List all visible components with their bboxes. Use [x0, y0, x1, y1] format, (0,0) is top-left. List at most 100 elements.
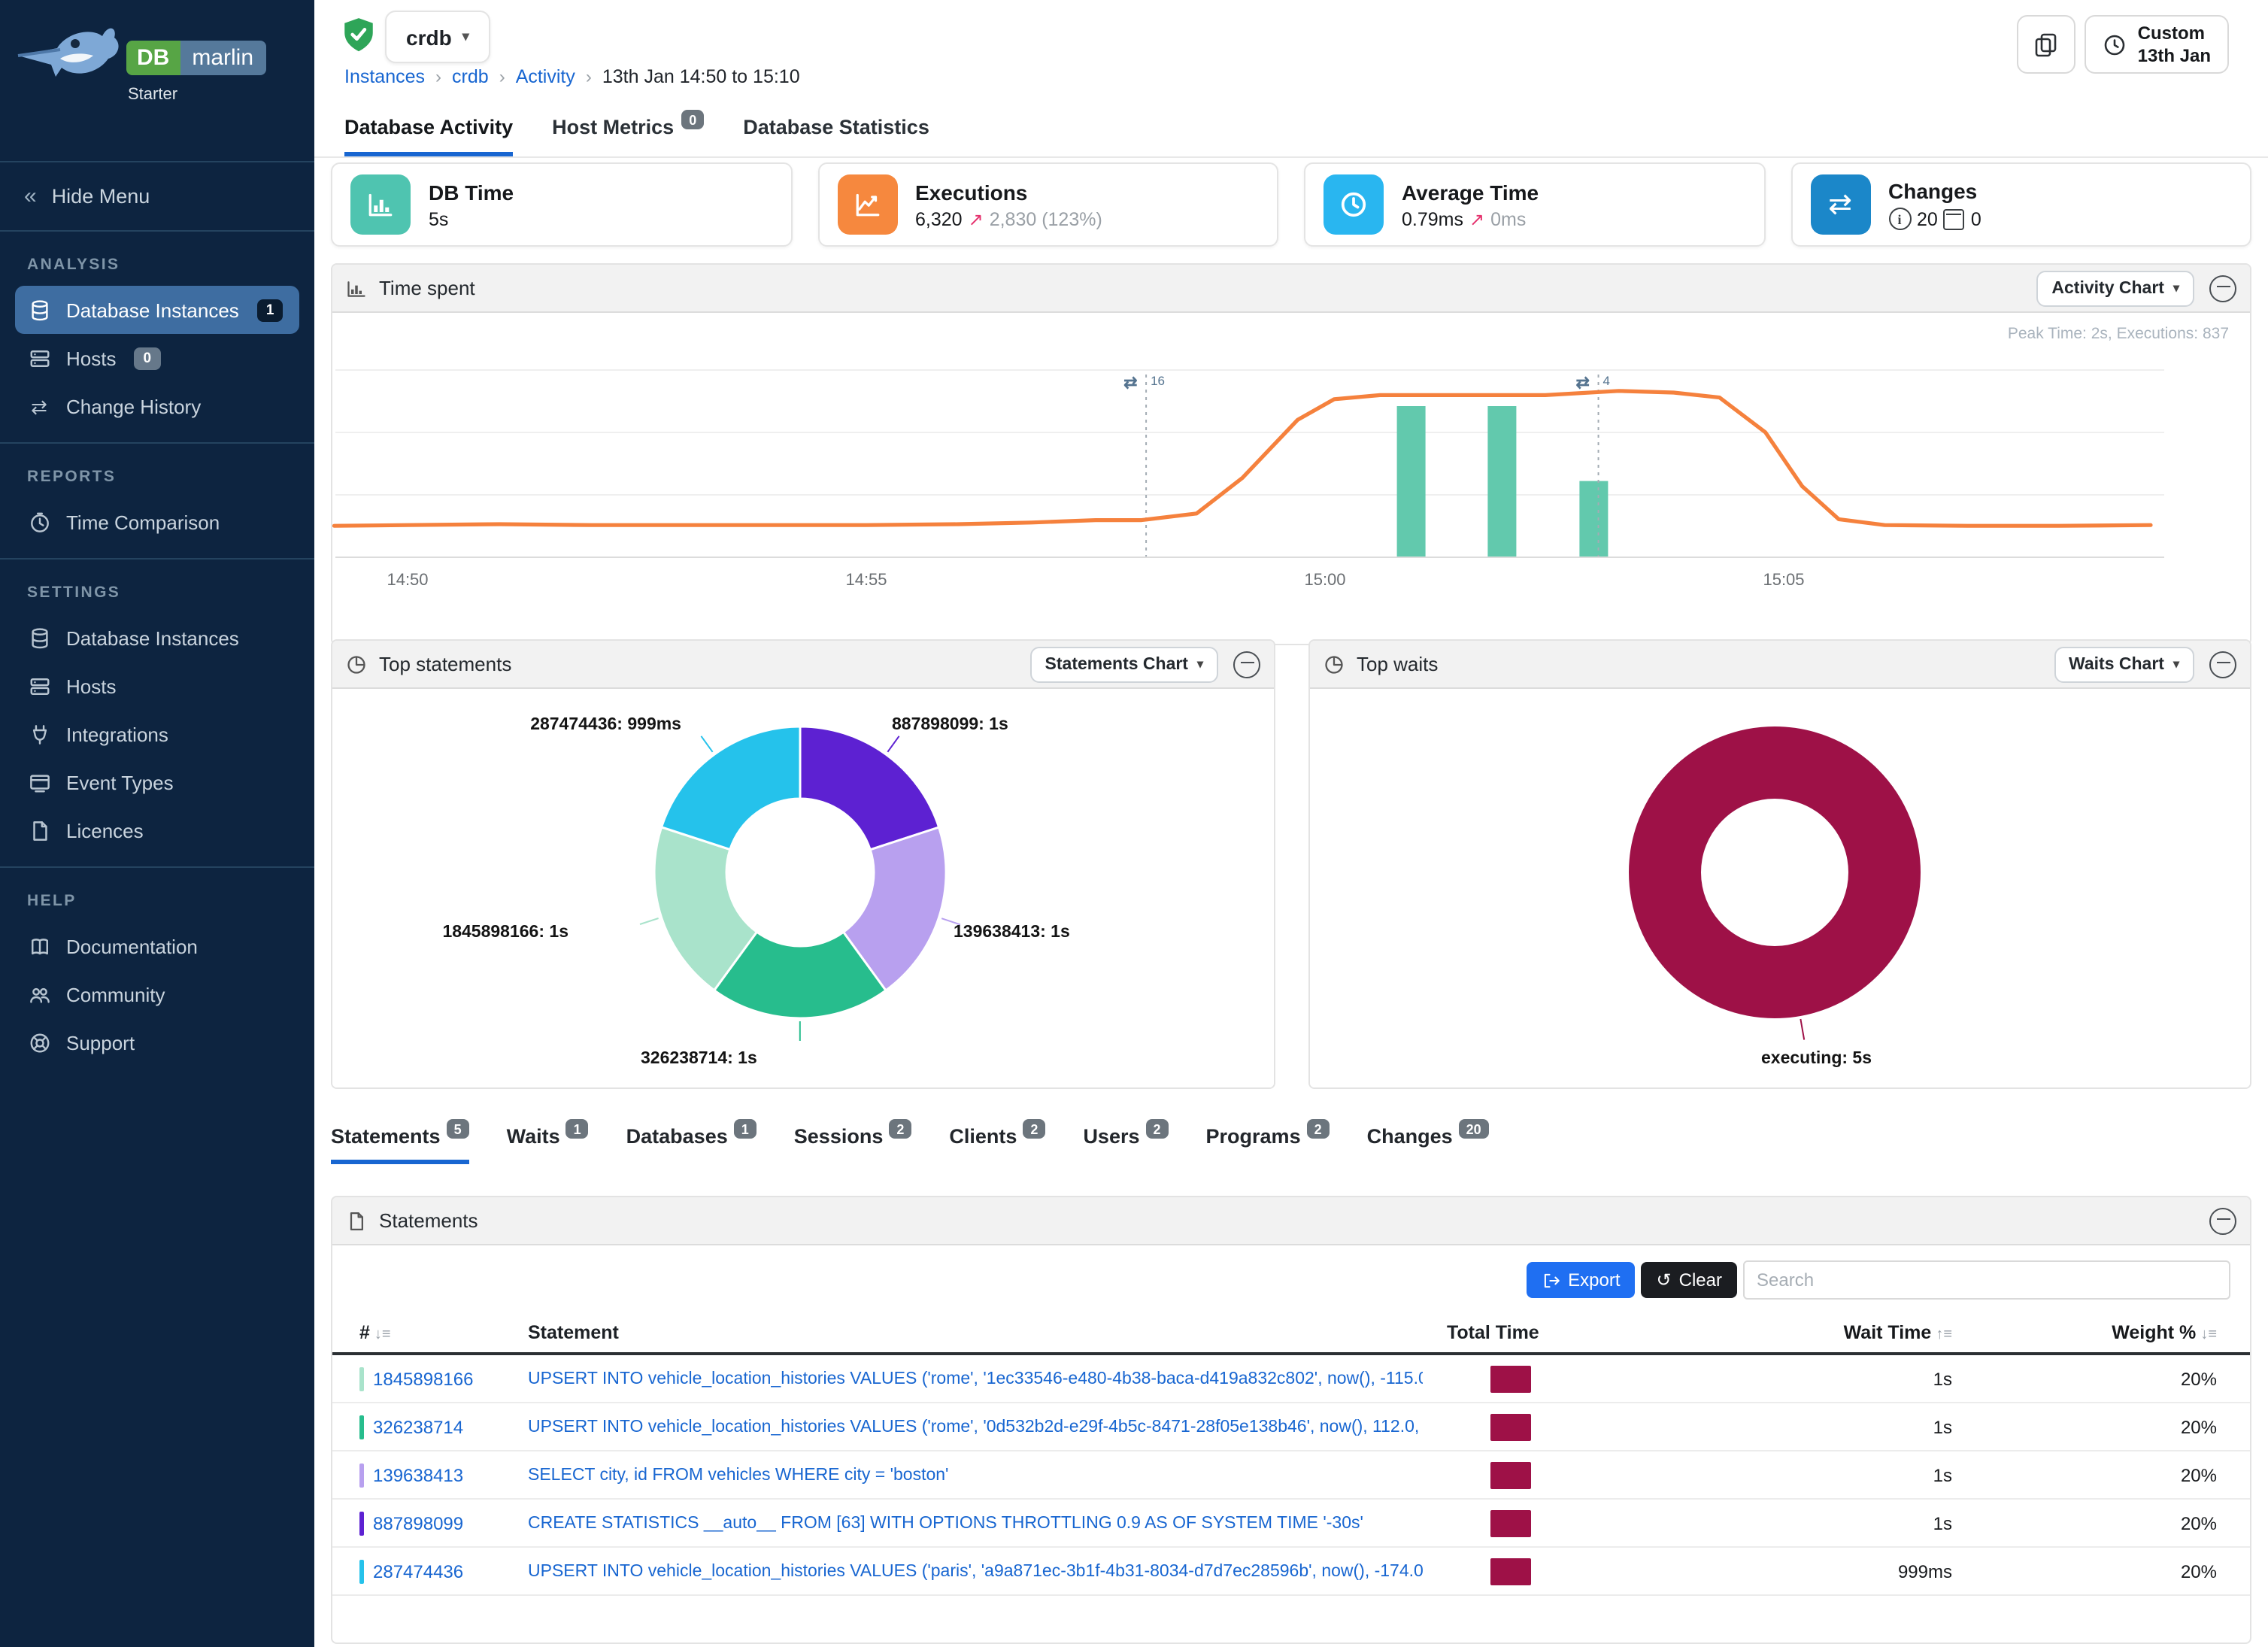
wait-time-value: 1s: [1651, 1512, 2012, 1533]
sidebar-section-settings: SETTINGS Database Instances Hosts Integr…: [0, 558, 314, 866]
section-title: ANALYSIS: [15, 241, 299, 286]
waits-chart-dropdown[interactable]: Waits Chart ▾: [2054, 646, 2194, 682]
top-statements-donut[interactable]: [332, 689, 1274, 1089]
sidebar-item-change-history[interactable]: ⇄ Change History: [15, 382, 299, 430]
breadcrumb-activity[interactable]: Activity: [516, 66, 575, 87]
sort-desc-icon: ↓≡: [374, 1327, 391, 1343]
statement-link[interactable]: UPSERT INTO vehicle_location_histories V…: [528, 1369, 1423, 1388]
statement-id-link[interactable]: 287474436: [373, 1561, 463, 1582]
column-header-wait-time[interactable]: Wait Time↑≡: [1651, 1322, 2012, 1343]
kpi-value: 0.79ms: [1402, 208, 1463, 229]
tab-host-metrics[interactable]: Host Metrics0: [552, 116, 704, 156]
collapse-panel-button[interactable]: [2209, 651, 2236, 678]
kpi-executions[interactable]: Executions 6,320 ↗ 2,830 (123%): [817, 162, 1278, 247]
logo[interactable]: DB marlin Starter: [0, 0, 314, 162]
chevron-down-icon: ▾: [1197, 657, 1203, 671]
statement-link[interactable]: SELECT city, id FROM vehicles WHERE city…: [528, 1466, 1423, 1484]
tab-users[interactable]: Users2: [1083, 1125, 1168, 1164]
dropdown-label: Waits Chart: [2069, 655, 2164, 673]
top-waits-donut[interactable]: [1310, 689, 2251, 1089]
statements-panel: Statements Export ↺ Clear: [331, 1196, 2251, 1644]
tab-databases[interactable]: Databases1: [626, 1125, 757, 1164]
statements-chart-dropdown[interactable]: Statements Chart ▾: [1030, 646, 1218, 682]
statement-id-link[interactable]: 139638413: [373, 1464, 463, 1485]
kpi-average-time[interactable]: Average Time 0.79ms ↗ 0ms: [1304, 162, 1765, 247]
table-row: 287474436 UPSERT INTO vehicle_location_h…: [332, 1548, 2250, 1596]
statement-id-link[interactable]: 326238714: [373, 1416, 463, 1437]
column-header-weight[interactable]: Weight %↓≡: [2036, 1322, 2217, 1343]
tab-label: Databases: [626, 1125, 728, 1148]
sidebar-item-support[interactable]: Support: [15, 1018, 299, 1066]
logo-db-badge: DB: [126, 41, 180, 75]
breadcrumb-crdb[interactable]: crdb: [452, 66, 489, 87]
sidebar-item-settings-database-instances[interactable]: Database Instances: [15, 614, 299, 662]
statement-link[interactable]: CREATE STATISTICS __auto__ FROM [63] WIT…: [528, 1514, 1423, 1532]
marlin-fish-icon: [15, 15, 123, 90]
kpi-delta: 0ms: [1490, 208, 1526, 229]
sidebar-item-community[interactable]: Community: [15, 970, 299, 1018]
sidebar-item-database-instances[interactable]: Database Instances 1: [15, 286, 299, 334]
copy-link-button[interactable]: [2018, 15, 2076, 74]
statement-color-chip: [359, 1366, 364, 1391]
count-badge: 5: [447, 1119, 469, 1139]
clock-icon: [27, 511, 51, 533]
server-icon: [27, 347, 51, 369]
activity-chart-dropdown[interactable]: Activity Chart ▾: [2036, 270, 2194, 306]
statement-id-link[interactable]: 1845898166: [373, 1368, 474, 1389]
tab-statements[interactable]: Statements5: [331, 1125, 469, 1164]
breadcrumb-instances[interactable]: Instances: [344, 66, 425, 87]
hide-menu-button[interactable]: « Hide Menu: [0, 162, 314, 232]
collapse-panel-button[interactable]: [2209, 274, 2236, 302]
donut-label-287474436: 287474436: 999ms: [530, 716, 681, 734]
sidebar-item-licences[interactable]: Licences: [15, 806, 299, 854]
statement-color-chip: [359, 1511, 364, 1535]
tab-database-activity[interactable]: Database Activity: [344, 116, 513, 156]
time-spent-chart[interactable]: ⇄16⇄414:5014:5515:0015:05: [332, 343, 2197, 602]
clock-icon: [2103, 32, 2127, 56]
collapse-panel-button[interactable]: [2209, 1207, 2236, 1234]
kpi-changes[interactable]: ⇄ Changes i 20 0: [1790, 162, 2251, 247]
sidebar-item-label: Database Instances: [66, 626, 239, 649]
lifebuoy-icon: [27, 1031, 51, 1054]
svg-text:15:05: 15:05: [1763, 570, 1804, 589]
tab-label: Database Statistics: [743, 116, 929, 138]
statement-link[interactable]: UPSERT INTO vehicle_location_histories V…: [528, 1562, 1423, 1580]
sidebar-item-settings-hosts[interactable]: Hosts: [15, 662, 299, 710]
statement-link[interactable]: UPSERT INTO vehicle_location_histories V…: [528, 1418, 1423, 1436]
time-range-button[interactable]: Custom 13th Jan: [2085, 15, 2229, 74]
sidebar-item-hosts[interactable]: Hosts 0: [15, 334, 299, 382]
svg-text:16: 16: [1151, 374, 1165, 388]
clear-button[interactable]: ↺ Clear: [1642, 1262, 1738, 1298]
column-header-num[interactable]: #↓≡: [359, 1322, 504, 1343]
tab-database-statistics[interactable]: Database Statistics: [743, 116, 929, 156]
column-header-total-time[interactable]: Total Time: [1447, 1322, 1627, 1343]
tab-programs[interactable]: Programs2: [1206, 1125, 1330, 1164]
donut-label-executing: executing: 5s: [1761, 1050, 1872, 1068]
sidebar-section-reports: REPORTS Time Comparison: [0, 442, 314, 558]
collapse-panel-button[interactable]: [1233, 651, 1260, 678]
main-content: crdb ▾ Instances› crdb› Activity› 13th J…: [314, 0, 2268, 1647]
info-icon: i: [1888, 208, 1911, 230]
sidebar-item-documentation[interactable]: Documentation: [15, 922, 299, 970]
total-time-bar: [1490, 1461, 1531, 1488]
column-header-statement[interactable]: Statement: [528, 1322, 1423, 1343]
tab-waits[interactable]: Waits1: [507, 1125, 589, 1164]
sidebar-item-event-types[interactable]: Event Types: [15, 758, 299, 806]
tab-changes[interactable]: Changes20: [1367, 1125, 1489, 1164]
total-time-bar: [1490, 1365, 1531, 1392]
sort-desc-icon: ↓≡: [2200, 1327, 2217, 1343]
sidebar-item-time-comparison[interactable]: Time Comparison: [15, 498, 299, 546]
export-button[interactable]: Export: [1526, 1262, 1635, 1298]
tab-label: Clients: [949, 1125, 1017, 1148]
count-badge: 2: [1023, 1119, 1045, 1139]
tab-sessions[interactable]: Sessions2: [794, 1125, 912, 1164]
tab-clients[interactable]: Clients2: [949, 1125, 1045, 1164]
search-input[interactable]: [1743, 1260, 2230, 1300]
statement-id-link[interactable]: 887898099: [373, 1512, 463, 1533]
plug-icon: [27, 723, 51, 745]
instance-selector[interactable]: crdb ▾: [385, 11, 490, 63]
kpi-db-time[interactable]: DB Time 5s: [331, 162, 792, 247]
table-row: 326238714 UPSERT INTO vehicle_location_h…: [332, 1403, 2250, 1451]
sidebar-item-integrations[interactable]: Integrations: [15, 710, 299, 758]
svg-text:4: 4: [1603, 374, 1610, 388]
